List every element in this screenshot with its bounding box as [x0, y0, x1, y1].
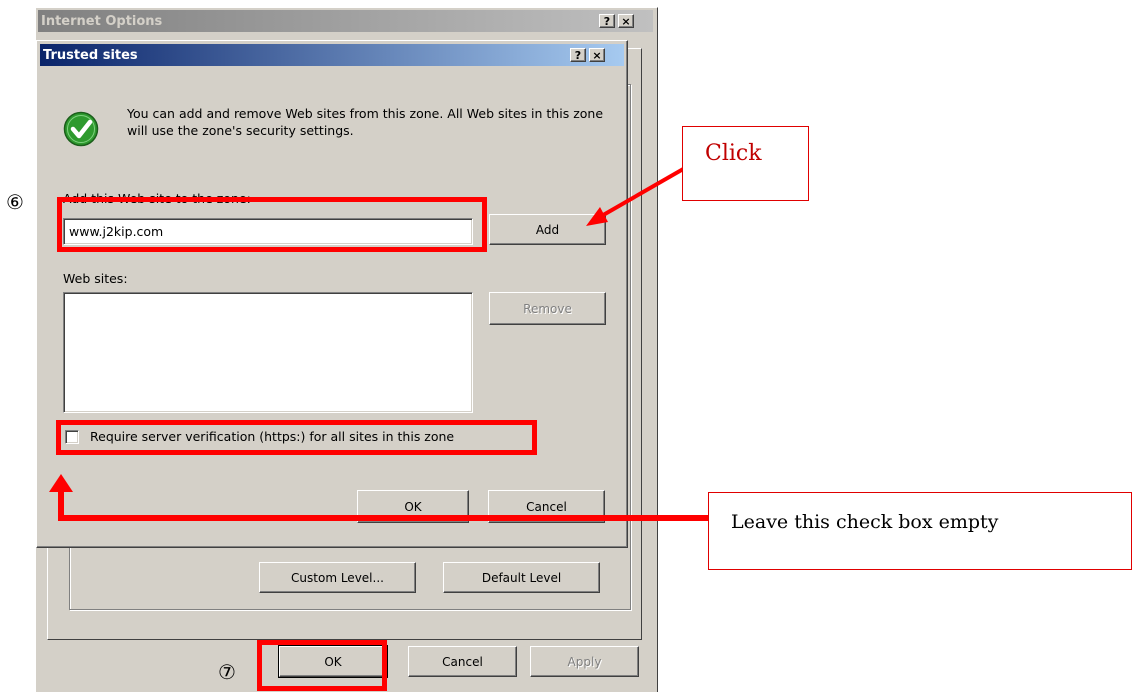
- trusted-sites-close-button[interactable]: ×: [589, 48, 605, 62]
- internet-options-cancel-button[interactable]: Cancel: [408, 646, 517, 677]
- zone-info-text: You can add and remove Web sites from th…: [127, 106, 604, 138]
- internet-options-title: Internet Options: [41, 13, 163, 29]
- checkbox-callout: Leave this check box empty: [708, 492, 1132, 570]
- arrow-horizontal-segment: [58, 515, 712, 521]
- custom-level-button[interactable]: Custom Level...: [259, 562, 416, 593]
- help-icon: ?: [574, 48, 582, 62]
- internet-options-apply-button: Apply: [530, 646, 639, 677]
- default-level-button[interactable]: Default Level: [443, 562, 600, 593]
- highlight-outer-ok-button: [257, 640, 387, 691]
- trusted-sites-help-button[interactable]: ?: [570, 48, 586, 62]
- internet-options-titlebar[interactable]: Internet Options: [38, 10, 653, 32]
- internet-options-help-button[interactable]: ?: [599, 14, 615, 28]
- highlight-url-input: [57, 197, 487, 252]
- close-icon: ×: [592, 48, 602, 62]
- highlight-https-checkbox: [56, 420, 537, 455]
- websites-label: Web sites:: [63, 271, 128, 286]
- arrow-head-up: [49, 474, 73, 492]
- click-callout: Click: [682, 126, 809, 201]
- remove-site-button: Remove: [489, 292, 606, 325]
- step-6-marker: ⑥: [6, 190, 24, 214]
- arrow-vertical-segment: [58, 487, 64, 521]
- trusted-sites-dialog: Trusted sites ? × You can add and remove…: [36, 40, 628, 548]
- internet-options-close-button[interactable]: ×: [618, 14, 634, 28]
- close-icon: ×: [621, 14, 631, 28]
- help-icon: ?: [603, 14, 611, 28]
- step-7-marker: ⑦: [218, 660, 236, 684]
- trusted-sites-titlebar[interactable]: Trusted sites: [40, 44, 624, 66]
- trusted-sites-title: Trusted sites: [43, 47, 138, 63]
- check-icon: [63, 111, 99, 147]
- websites-listbox[interactable]: [63, 292, 473, 413]
- arrow-to-add-button: [586, 166, 686, 226]
